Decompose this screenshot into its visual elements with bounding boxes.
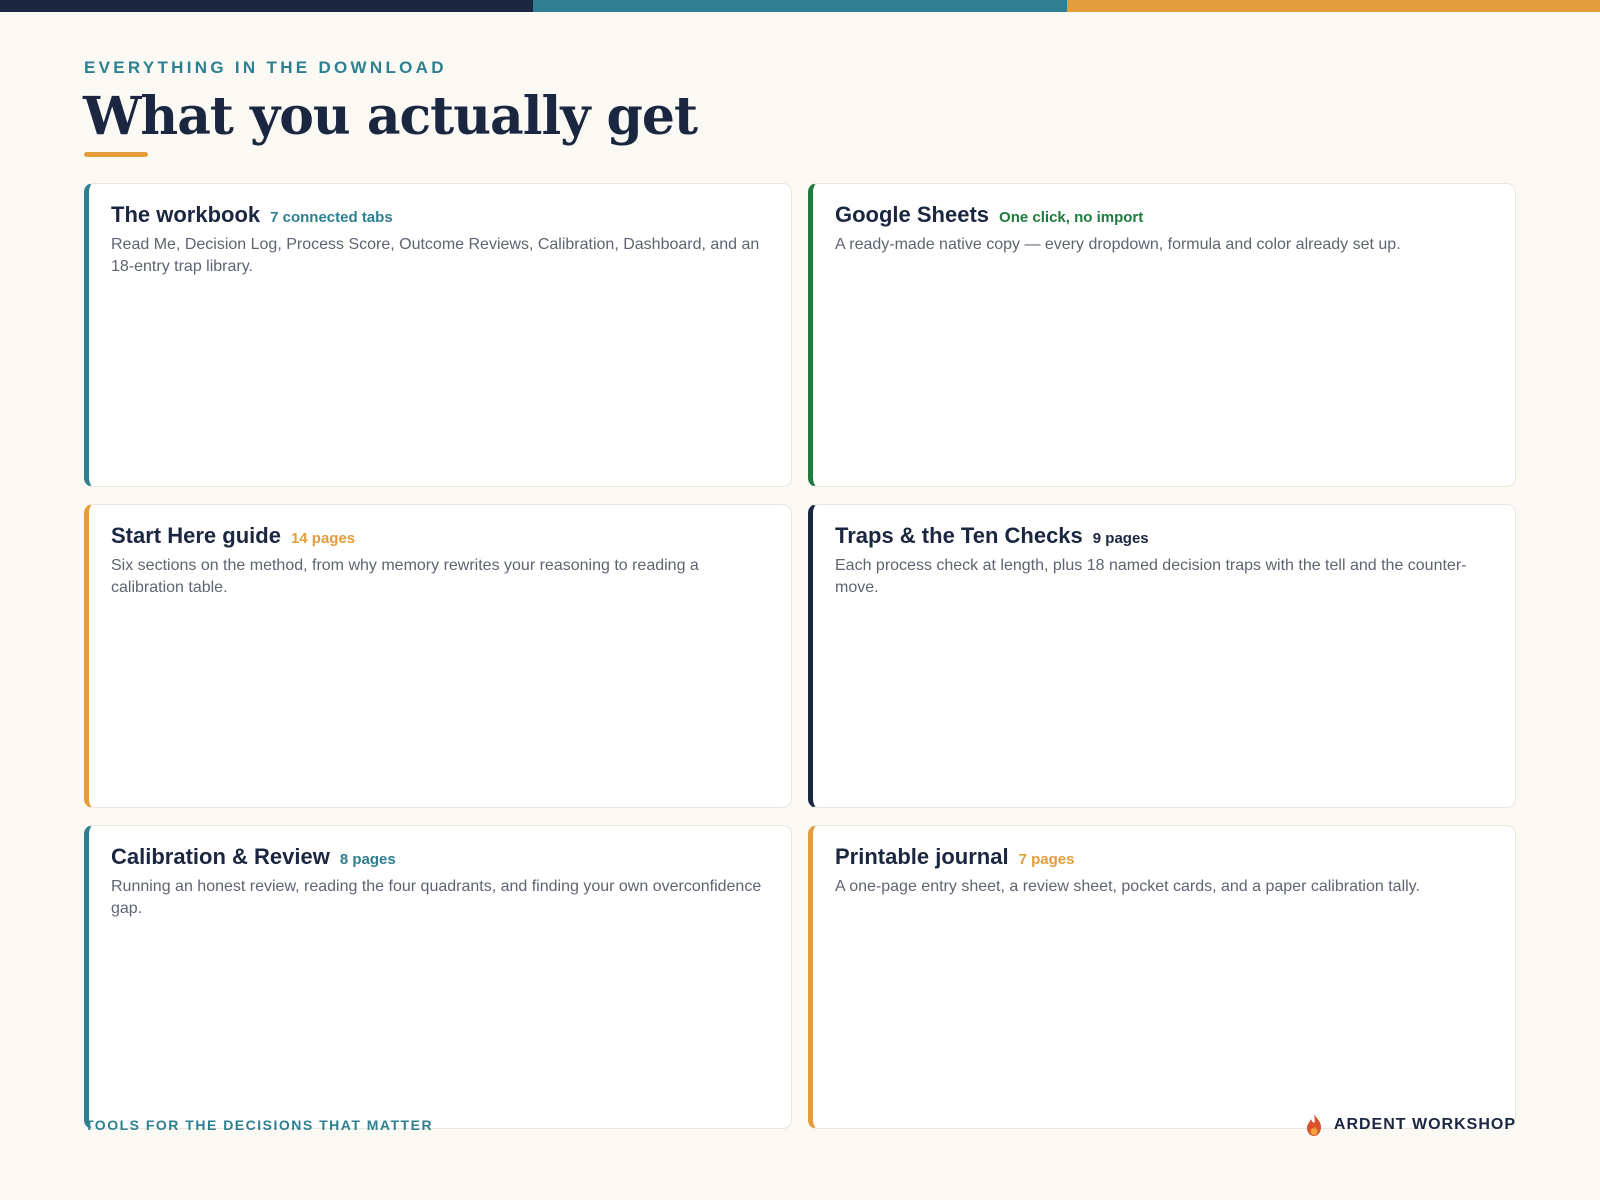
card-header: The workbook 7 connected tabs (111, 202, 769, 228)
page: EVERYTHING IN THE DOWNLOAD What you actu… (0, 0, 1600, 1200)
section-eyebrow: EVERYTHING IN THE DOWNLOAD (84, 58, 447, 77)
card-badge: 7 connected tabs (270, 209, 393, 226)
brand-logo: ARDENT WORKSHOP (1304, 1113, 1516, 1137)
card-header: Printable journal 7 pages (835, 844, 1493, 870)
brand-name: ARDENT WORKSHOP (1333, 1116, 1516, 1133)
card-workbook: The workbook 7 connected tabs Read Me, D… (84, 183, 792, 487)
card-title: Printable journal (835, 844, 1009, 869)
card-header: Google Sheets One click, no import (835, 202, 1493, 228)
card-description: A one-page entry sheet, a review sheet, … (835, 878, 1420, 895)
card-title: Start Here guide (111, 523, 281, 548)
card-title: Calibration & Review (111, 844, 330, 869)
card-description: Six sections on the method, from why mem… (111, 557, 699, 596)
card-badge: 14 pages (290, 530, 356, 547)
card-header: Traps & the Ten Checks 9 pages (835, 523, 1493, 549)
card-calibration-review: Calibration & Review 8 pages Running an … (84, 825, 792, 1129)
card-title: Google Sheets (835, 202, 990, 227)
card-header: Start Here guide 14 pages (111, 523, 769, 549)
top-bar-navy-segment (0, 0, 534, 12)
card-description: Read Me, Decision Log, Process Score, Ou… (111, 236, 760, 275)
top-bar-orange-segment (1066, 0, 1600, 12)
top-color-bar (0, 0, 1600, 12)
card-start-here-guide: Start Here guide 14 pages Six sections o… (84, 504, 792, 808)
card-badge: 7 pages (1018, 851, 1075, 868)
flame-icon (1304, 1113, 1324, 1137)
deliverables-grid: The workbook 7 connected tabs Read Me, D… (84, 183, 1516, 1129)
card-description: Each process check at length, plus 18 na… (835, 557, 1467, 596)
card-header: Calibration & Review 8 pages (111, 844, 769, 870)
card-description: Running an honest review, reading the fo… (111, 878, 762, 917)
title-underline (84, 152, 148, 157)
card-traps-ten-checks: Traps & the Ten Checks 9 pages Each proc… (808, 504, 1516, 808)
card-badge: One click, no import (999, 209, 1144, 226)
card-printable-journal: Printable journal 7 pages A one-page ent… (808, 825, 1516, 1129)
card-description: A ready-made native copy — every dropdow… (835, 236, 1401, 253)
top-bar-teal-segment (533, 0, 1067, 12)
card-badge: 8 pages (339, 851, 396, 868)
page-title: What you actually get (83, 86, 698, 147)
footer-tagline: TOOLS FOR THE DECISIONS THAT MATTER (85, 1117, 434, 1133)
card-title: Traps & the Ten Checks (835, 523, 1083, 548)
card-badge: 9 pages (1092, 530, 1149, 547)
card-google-sheets: Google Sheets One click, no import A rea… (808, 183, 1516, 487)
card-title: The workbook (111, 202, 261, 227)
